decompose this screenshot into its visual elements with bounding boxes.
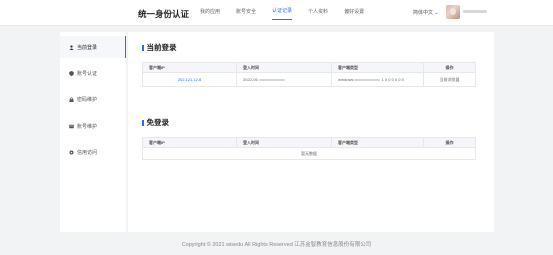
column-header: 客户端IP [142,137,237,148]
current-login-table: 客户端IP 登入时间 客户端类型 操作 202.121.12.8 2022-06… [142,62,476,87]
empty-state: 暂无数据 [142,147,476,160]
language-label: 简体中文 [413,10,434,16]
sidebar-item-account-maint[interactable]: 账号维护 [60,115,126,137]
sidebar: 当前登录 账号认证 密码维护 账号维护 信用访问 [60,32,126,232]
sidebar-item-label: 账号认证 [77,70,98,77]
main-panel: 当前登录 客户端IP 登入时间 客户端类型 操作 202.121.12.8 20… [128,32,494,232]
sidebar-item-label: 密码维护 [77,96,98,103]
ip-cell: 202.121.12.8 [142,72,237,87]
main-nav: 我的应用 账号安全 认证记录 个人资料 偏好设置 [200,0,380,26]
top-bar: 统一身份认证 我的应用 账号安全 认证记录 个人资料 偏好设置 简体中文 ⌄ [0,0,553,26]
nav-auth-records[interactable]: 认证记录 [272,0,293,20]
client-cell: windows 1 0 0 0 0 0 0 [331,72,424,87]
column-header: 客户端IP [142,62,237,73]
section-title-current-login: 当前登录 [142,42,177,53]
column-header: 客户端类型 [331,137,424,148]
nav-preferences[interactable]: 偏好设置 [344,0,364,26]
action-cell: 当前浏览器 [423,72,476,87]
column-header: 操作 [423,62,476,73]
sidebar-item-label: 账号维护 [77,123,98,130]
ip-link[interactable]: 202.121.12.8 [178,77,201,82]
time-cell: 2022-06 [236,72,332,87]
column-header: 客户端类型 [331,62,424,73]
column-header: 登入时间 [236,62,332,73]
sidebar-item-password[interactable]: 密码维护 [60,88,126,110]
chevron-down-icon: ⌄ [434,10,439,16]
table-row: 暂无数据 [142,147,476,160]
sidebar-item-label: 信用访问 [77,149,98,156]
redacted-time [258,78,285,82]
nav-profile[interactable]: 个人资料 [308,0,328,26]
table-header-row: 客户端IP 登入时间 客户端类型 操作 [142,62,476,73]
free-login-table: 客户端IP 登入时间 客户端类型 操作 暂无数据 [142,137,476,160]
lock-icon [69,96,74,102]
gear-icon [69,150,74,155]
table-row: 202.121.12.8 2022-06 windows 1 0 0 0 0 0… [142,72,476,87]
redacted-client [354,78,381,82]
time-value: 2022-06 [243,77,258,82]
nav-my-apps[interactable]: 我的应用 [200,0,220,26]
nav-account-security[interactable]: 账号安全 [236,0,256,26]
avatar[interactable] [446,5,460,19]
current-browser-label: 当前浏览器 [439,76,460,82]
app-title: 统一身份认证 [138,9,190,19]
section-title-free-login: 免登录 [142,117,170,128]
sidebar-item-label: 当前登录 [77,44,98,51]
footer-copyright: Copyright © 2021 wisedu All Rights Reser… [181,242,372,248]
column-header: 操作 [423,137,476,148]
sidebar-item-account-auth[interactable]: 账号认证 [60,62,126,84]
column-header: 登入时间 [236,137,332,148]
shield-icon [69,70,74,76]
sidebar-item-trusted-access[interactable]: 信用访问 [60,141,126,163]
account-icon [69,124,74,129]
table-header-row: 客户端IP 登入时间 客户端类型 操作 [142,137,476,148]
sidebar-item-current-login[interactable]: 当前登录 [60,36,126,58]
client-suffix: 1 0 0 0 0 0 0 [381,77,404,82]
client-value: windows [338,77,354,82]
username-redacted[interactable] [463,10,487,13]
user-icon [69,44,74,50]
language-selector[interactable]: 简体中文 ⌄ [413,9,439,16]
